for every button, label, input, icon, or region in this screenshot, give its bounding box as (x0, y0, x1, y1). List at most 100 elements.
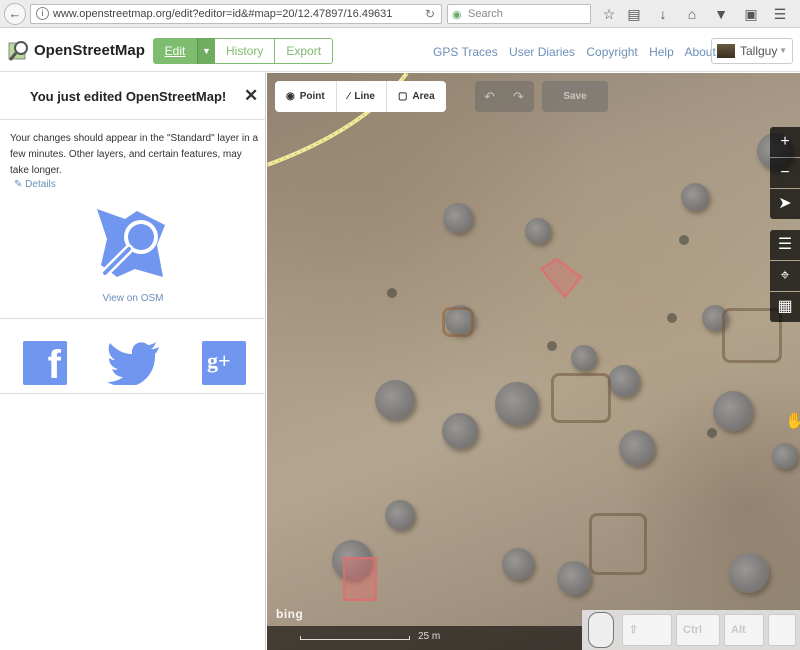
zoom-in-icon[interactable]: + (770, 127, 800, 157)
home-icon[interactable]: ⌂ (683, 5, 701, 23)
close-icon[interactable]: ✕ (244, 86, 258, 106)
osm-header: OpenStreetMap Edit ▼ History Export GPS … (0, 28, 800, 72)
menu-icon[interactable]: ☰ (771, 5, 789, 23)
map-data-icon[interactable]: ⌖ (770, 261, 800, 291)
history-tab[interactable]: History (215, 38, 276, 64)
layers-icon[interactable]: ☰ (770, 230, 800, 260)
alt-key: Alt (724, 614, 764, 646)
user-menu[interactable]: Tallguy ▼ (711, 38, 793, 64)
nav-copyright[interactable]: Copyright (586, 45, 637, 59)
ctrl-key: Ctrl (676, 614, 720, 646)
imagery-hut (525, 218, 551, 244)
add-point-button[interactable]: ◉ Point (275, 81, 337, 112)
mapped-building-area[interactable] (341, 555, 379, 603)
avatar (717, 44, 735, 58)
imagery-hut (557, 561, 591, 595)
add-line-button[interactable]: ∕ Line (337, 81, 387, 112)
hand-cursor-icon: ✋ (785, 413, 800, 430)
imagery-compound (551, 373, 611, 423)
scale-bar[interactable]: 25 m (267, 626, 582, 650)
imagery-hut (681, 183, 709, 211)
imagery-hut (729, 553, 769, 593)
details-label: Details (25, 179, 56, 190)
scale-line (300, 636, 410, 640)
screenshot-icon[interactable]: ▣ (742, 5, 760, 23)
imagery-hut (772, 443, 798, 469)
undo-icon[interactable]: ↶ (475, 81, 504, 112)
export-tab[interactable]: Export (275, 38, 334, 64)
imagery-bush (679, 235, 689, 245)
back-button[interactable]: ← (4, 3, 26, 25)
imagery-hut (713, 391, 753, 431)
view-on-osm-link[interactable]: View on OSM (0, 293, 266, 304)
success-message: Your changes should appear in the "Stand… (10, 133, 259, 176)
geolocate-icon[interactable]: ➤ (770, 189, 800, 219)
sidebar: You just edited OpenStreetMap! ✕ Your ch… (0, 73, 266, 650)
edit-dropdown-icon[interactable]: ▼ (197, 38, 215, 64)
area-icon: ▢ (397, 91, 408, 102)
scale-label: 25 m (418, 631, 441, 642)
nav-user-diaries[interactable]: User Diaries (509, 45, 575, 59)
undo-redo-group: ↶ ↷ (475, 81, 534, 112)
imagery-hut (608, 365, 640, 397)
browser-search-input[interactable]: ◉ Search (447, 4, 591, 24)
download-icon[interactable]: ↓ (654, 5, 672, 23)
line-icon: ∕ (347, 91, 350, 102)
external-link-icon: ✎ (14, 179, 23, 190)
twitter-icon[interactable] (107, 341, 161, 385)
search-engine-icon: ◉ (452, 9, 462, 21)
nav-help[interactable]: Help (649, 45, 674, 59)
osm-logo-icon[interactable] (8, 40, 30, 62)
imagery-hut (495, 382, 539, 426)
help-icon[interactable]: ▦ (770, 292, 800, 322)
site-info-icon[interactable]: i (36, 7, 49, 20)
reload-icon[interactable]: ↻ (425, 5, 435, 23)
google-plus-icon[interactable]: g+ (202, 341, 246, 385)
chevron-down-icon: ▼ (779, 46, 787, 55)
mouse-icon (588, 612, 614, 648)
redo-icon[interactable]: ↷ (504, 81, 533, 112)
nav-links: GPS Traces User Diaries Copyright Help A… (433, 45, 724, 59)
address-bar[interactable]: i www.openstreetmap.org/edit?editor=id&#… (30, 4, 442, 24)
osm-logo-icon[interactable] (95, 207, 170, 282)
browser-toolbar: ← i www.openstreetmap.org/edit?editor=id… (0, 0, 800, 28)
imagery-hut (571, 345, 597, 371)
imagery-hut (502, 548, 534, 580)
site-name[interactable]: OpenStreetMap (34, 42, 145, 59)
imagery-hut (375, 380, 415, 420)
edit-tab[interactable]: Edit (153, 38, 197, 64)
line-label: Line (354, 91, 375, 102)
user-name: Tallguy (740, 44, 778, 58)
imagery-compound (589, 513, 647, 575)
bookmark-star-icon[interactable]: ☆ (600, 5, 618, 23)
imagery-bush (387, 288, 397, 298)
divider (0, 119, 266, 120)
add-area-button[interactable]: ▢ Area (387, 81, 446, 112)
divider (0, 393, 266, 394)
edit-tab-group: Edit ▼ History Export (153, 38, 334, 64)
url-text: www.openstreetmap.org/edit?editor=id&#ma… (53, 8, 393, 20)
area-label: Area (412, 91, 435, 102)
imagery-compound (442, 307, 474, 337)
point-label: Point (299, 91, 325, 102)
imagery-bush (667, 313, 677, 323)
pocket-icon[interactable]: ▼ (712, 5, 730, 23)
facebook-icon[interactable]: f (23, 341, 67, 387)
details-link[interactable]: ✎ Details (14, 179, 56, 190)
keystroke-overlay: ⇧ Ctrl Alt (582, 610, 800, 650)
draw-toolbar: ◉ Point ∕ Line ▢ Area (275, 81, 446, 112)
sidebar-title: You just edited OpenStreetMap! (30, 89, 227, 104)
imagery-bush (547, 341, 557, 351)
imagery-logo: bing (276, 607, 304, 621)
shift-key: ⇧ (622, 614, 672, 646)
zoom-out-icon[interactable]: − (770, 158, 800, 188)
mapped-building-area[interactable] (537, 255, 585, 303)
imagery-hut (443, 203, 473, 233)
reading-list-icon[interactable]: ▤ (625, 5, 643, 23)
search-placeholder: Search (468, 8, 503, 20)
imagery-bush (707, 428, 717, 438)
nav-gps-traces[interactable]: GPS Traces (433, 45, 498, 59)
map-canvas[interactable]: ◉ Point ∕ Line ▢ Area ↶ ↷ Save + − ➤ ☰ ⌖… (267, 73, 800, 650)
imagery-hut (385, 500, 415, 530)
save-button[interactable]: Save (542, 81, 608, 112)
